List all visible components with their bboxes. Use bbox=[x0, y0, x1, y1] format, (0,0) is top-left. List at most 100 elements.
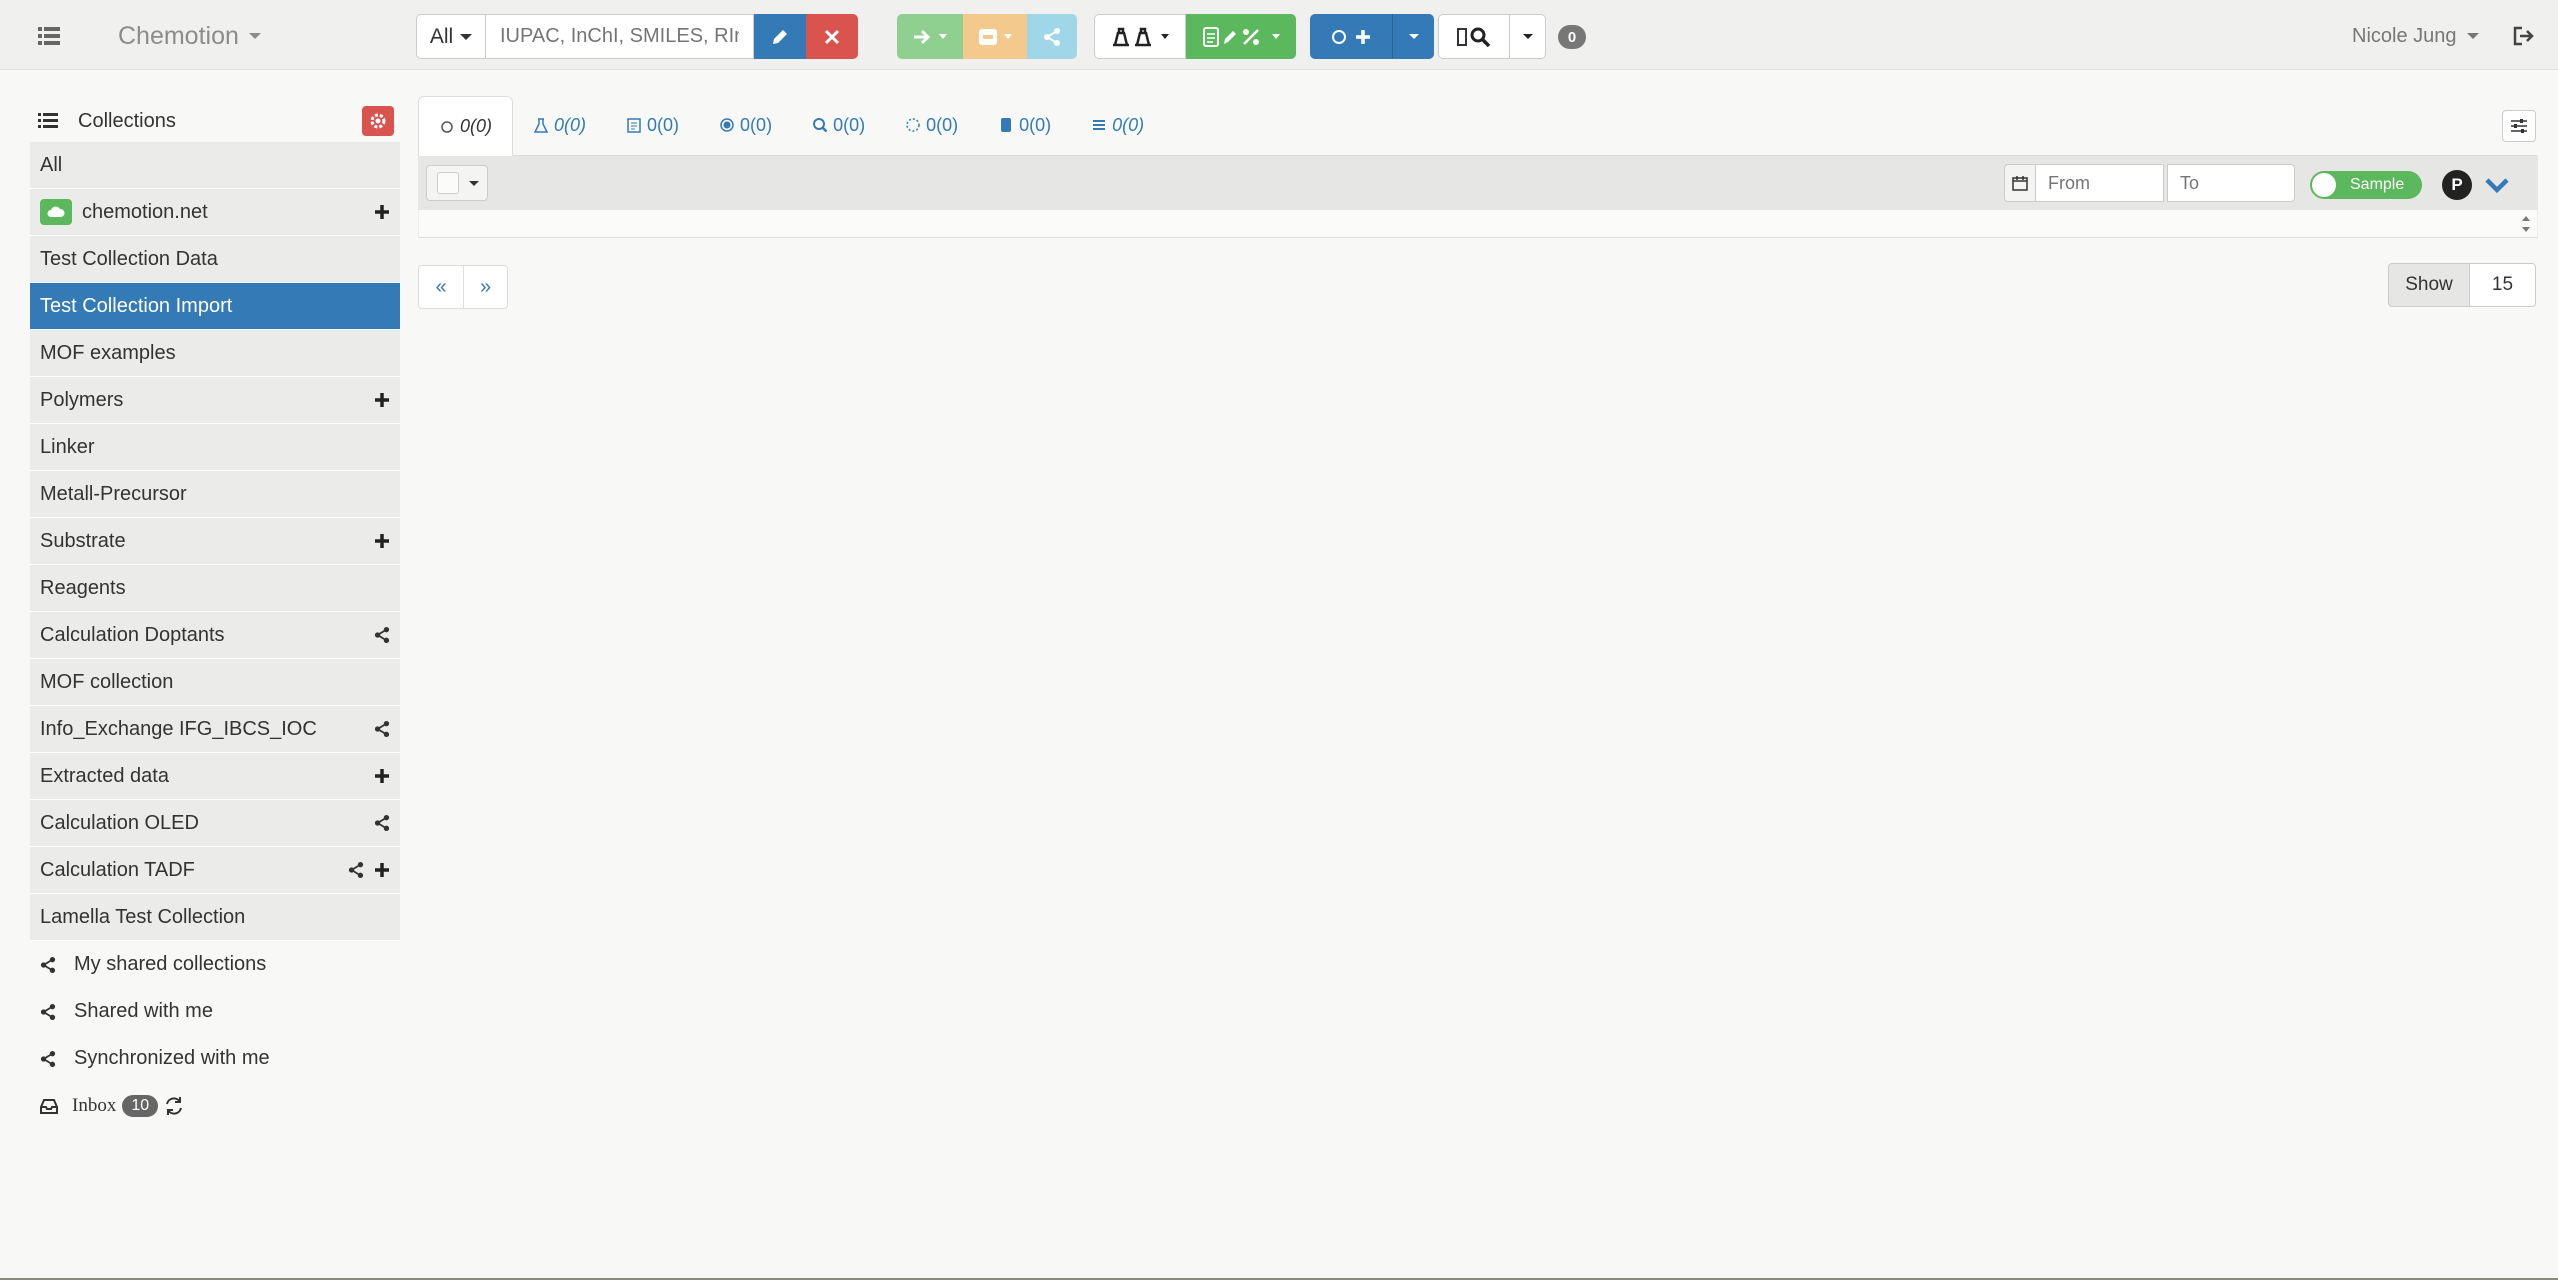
sample-toggle[interactable]: Sample bbox=[2310, 171, 2422, 199]
vessel-icon bbox=[1091, 117, 1107, 133]
share-icon bbox=[40, 1050, 56, 1067]
collection-actions bbox=[374, 706, 390, 752]
to-date-input[interactable] bbox=[2167, 164, 2295, 202]
shared-collection-item[interactable]: Shared with me bbox=[30, 988, 400, 1035]
collections-header: Collections bbox=[30, 100, 400, 142]
collection-label: chemotion.net bbox=[82, 200, 208, 223]
caret-down-icon bbox=[1522, 34, 1533, 39]
research-plan-icon bbox=[812, 117, 828, 133]
collection-item[interactable]: MOF examples bbox=[30, 330, 400, 377]
logout-button[interactable] bbox=[2506, 18, 2542, 54]
tab-count: 0(0) bbox=[833, 114, 866, 135]
share-icon[interactable] bbox=[348, 862, 364, 878]
collection-item[interactable]: Polymers bbox=[30, 377, 400, 424]
inbox-label: Inbox bbox=[72, 1094, 117, 1116]
sample-icon bbox=[1332, 29, 1346, 44]
collection-actions bbox=[374, 189, 390, 235]
collection-actions bbox=[374, 753, 390, 799]
plus-icon[interactable] bbox=[374, 204, 390, 220]
tab-count: 0(0) bbox=[1019, 114, 1052, 135]
create-sample-button[interactable] bbox=[1310, 14, 1392, 59]
share-icon[interactable] bbox=[374, 721, 390, 737]
scroll-arrows-icon[interactable] bbox=[2519, 212, 2533, 236]
hamburger-menu-icon[interactable] bbox=[30, 20, 68, 52]
tab-layout-settings-button[interactable] bbox=[2502, 110, 2536, 142]
report-export-dropdown[interactable] bbox=[1186, 14, 1296, 59]
shared-collection-item[interactable]: My shared collections bbox=[30, 941, 400, 988]
advanced-search-button[interactable] bbox=[1438, 14, 1510, 59]
collection-label: Polymers bbox=[40, 388, 124, 411]
remove-from-collection-button[interactable] bbox=[963, 14, 1027, 59]
plus-icon[interactable] bbox=[374, 533, 390, 549]
select-all-dropdown[interactable] bbox=[426, 165, 488, 201]
tab-count: 0(0) bbox=[460, 115, 493, 136]
clear-search-button[interactable] bbox=[806, 14, 858, 59]
caret-down-icon bbox=[460, 33, 473, 40]
shared-collection-item[interactable]: Synchronized with me bbox=[30, 1035, 400, 1082]
tab-screen[interactable]: 0(0) bbox=[699, 95, 792, 155]
brand-dropdown[interactable]: Chemotion bbox=[118, 18, 261, 54]
collection-item[interactable]: Reagents bbox=[30, 565, 400, 612]
collection-label: Test Collection Import bbox=[40, 294, 233, 317]
from-date-input[interactable] bbox=[2036, 164, 2164, 202]
inbox-item[interactable]: Inbox 10 bbox=[30, 1082, 400, 1129]
share-button[interactable] bbox=[1027, 14, 1077, 59]
tab-reaction[interactable]: 0(0) bbox=[513, 95, 606, 155]
collection-label: Linker bbox=[40, 435, 95, 458]
collection-item[interactable]: Test Collection Import bbox=[30, 283, 400, 330]
share-icon[interactable] bbox=[374, 815, 390, 831]
tab-wellplate[interactable]: 0(0) bbox=[606, 95, 699, 155]
collection-item[interactable]: chemotion.net bbox=[30, 189, 400, 236]
tab-count: 0(0) bbox=[926, 114, 959, 135]
select-all-checkbox[interactable] bbox=[437, 172, 459, 194]
search-scope-select[interactable]: All bbox=[416, 14, 486, 59]
minus-square-icon bbox=[979, 28, 997, 45]
notification-badge[interactable]: 0 bbox=[1558, 25, 1586, 49]
calendar-icon[interactable] bbox=[2004, 164, 2036, 202]
create-element-dropdown[interactable] bbox=[1392, 14, 1434, 59]
collection-item[interactable]: Lamella Test Collection bbox=[30, 894, 400, 941]
structure-editor-button[interactable] bbox=[754, 14, 806, 59]
next-page-button[interactable]: » bbox=[463, 266, 507, 308]
collection-item[interactable]: Test Collection Data bbox=[30, 236, 400, 283]
search-icon bbox=[1457, 27, 1491, 47]
collection-settings-button[interactable] bbox=[362, 106, 394, 136]
tab-device[interactable]: 0(0) bbox=[978, 95, 1071, 155]
cell-line-icon bbox=[905, 117, 921, 133]
collection-item[interactable]: Substrate bbox=[30, 518, 400, 565]
tab-sample[interactable]: 0(0) bbox=[418, 96, 514, 156]
plus-icon[interactable] bbox=[374, 768, 390, 784]
page-size-control: Show 15 bbox=[2388, 263, 2536, 307]
tab-vessel[interactable]: 0(0) bbox=[1071, 95, 1164, 155]
collection-item[interactable]: Calculation TADF bbox=[30, 847, 400, 894]
refresh-icon[interactable] bbox=[164, 1096, 184, 1116]
collection-item[interactable]: Linker bbox=[30, 424, 400, 471]
user-menu[interactable]: Nicole Jung bbox=[2352, 18, 2479, 54]
tab-research-plan[interactable]: 0(0) bbox=[792, 95, 885, 155]
search-options-dropdown[interactable] bbox=[1510, 14, 1546, 59]
move-to-collection-button[interactable] bbox=[897, 14, 963, 59]
tab-cell-line[interactable]: 0(0) bbox=[885, 95, 978, 155]
screen-icon bbox=[719, 117, 735, 133]
reaction-icon bbox=[533, 117, 549, 133]
caret-down-icon bbox=[2466, 33, 2479, 39]
product-filter-button[interactable]: P bbox=[2442, 170, 2472, 200]
search-input[interactable] bbox=[486, 14, 754, 59]
prev-page-button[interactable]: « bbox=[419, 266, 463, 308]
collection-item[interactable]: Metall-Precursor bbox=[30, 471, 400, 518]
plus-icon[interactable] bbox=[374, 862, 390, 878]
plus-icon[interactable] bbox=[374, 392, 390, 408]
tab-count: 0(0) bbox=[1112, 114, 1145, 135]
page-size-input[interactable]: 15 bbox=[2470, 263, 2536, 307]
expand-filters-button[interactable] bbox=[2482, 170, 2512, 200]
collection-item[interactable]: Calculation OLED bbox=[30, 800, 400, 847]
collection-item[interactable]: Info_Exchange IFG_IBCS_IOC bbox=[30, 706, 400, 753]
collection-item[interactable]: Extracted data bbox=[30, 753, 400, 800]
brand-label: Chemotion bbox=[118, 21, 239, 50]
collection-item[interactable]: MOF collection bbox=[30, 659, 400, 706]
collection-item[interactable]: All bbox=[30, 142, 400, 189]
collection-actions bbox=[374, 800, 390, 846]
share-icon[interactable] bbox=[374, 627, 390, 643]
collection-item[interactable]: Calculation Doptants bbox=[30, 612, 400, 659]
structure-tools-dropdown[interactable] bbox=[1094, 14, 1186, 59]
